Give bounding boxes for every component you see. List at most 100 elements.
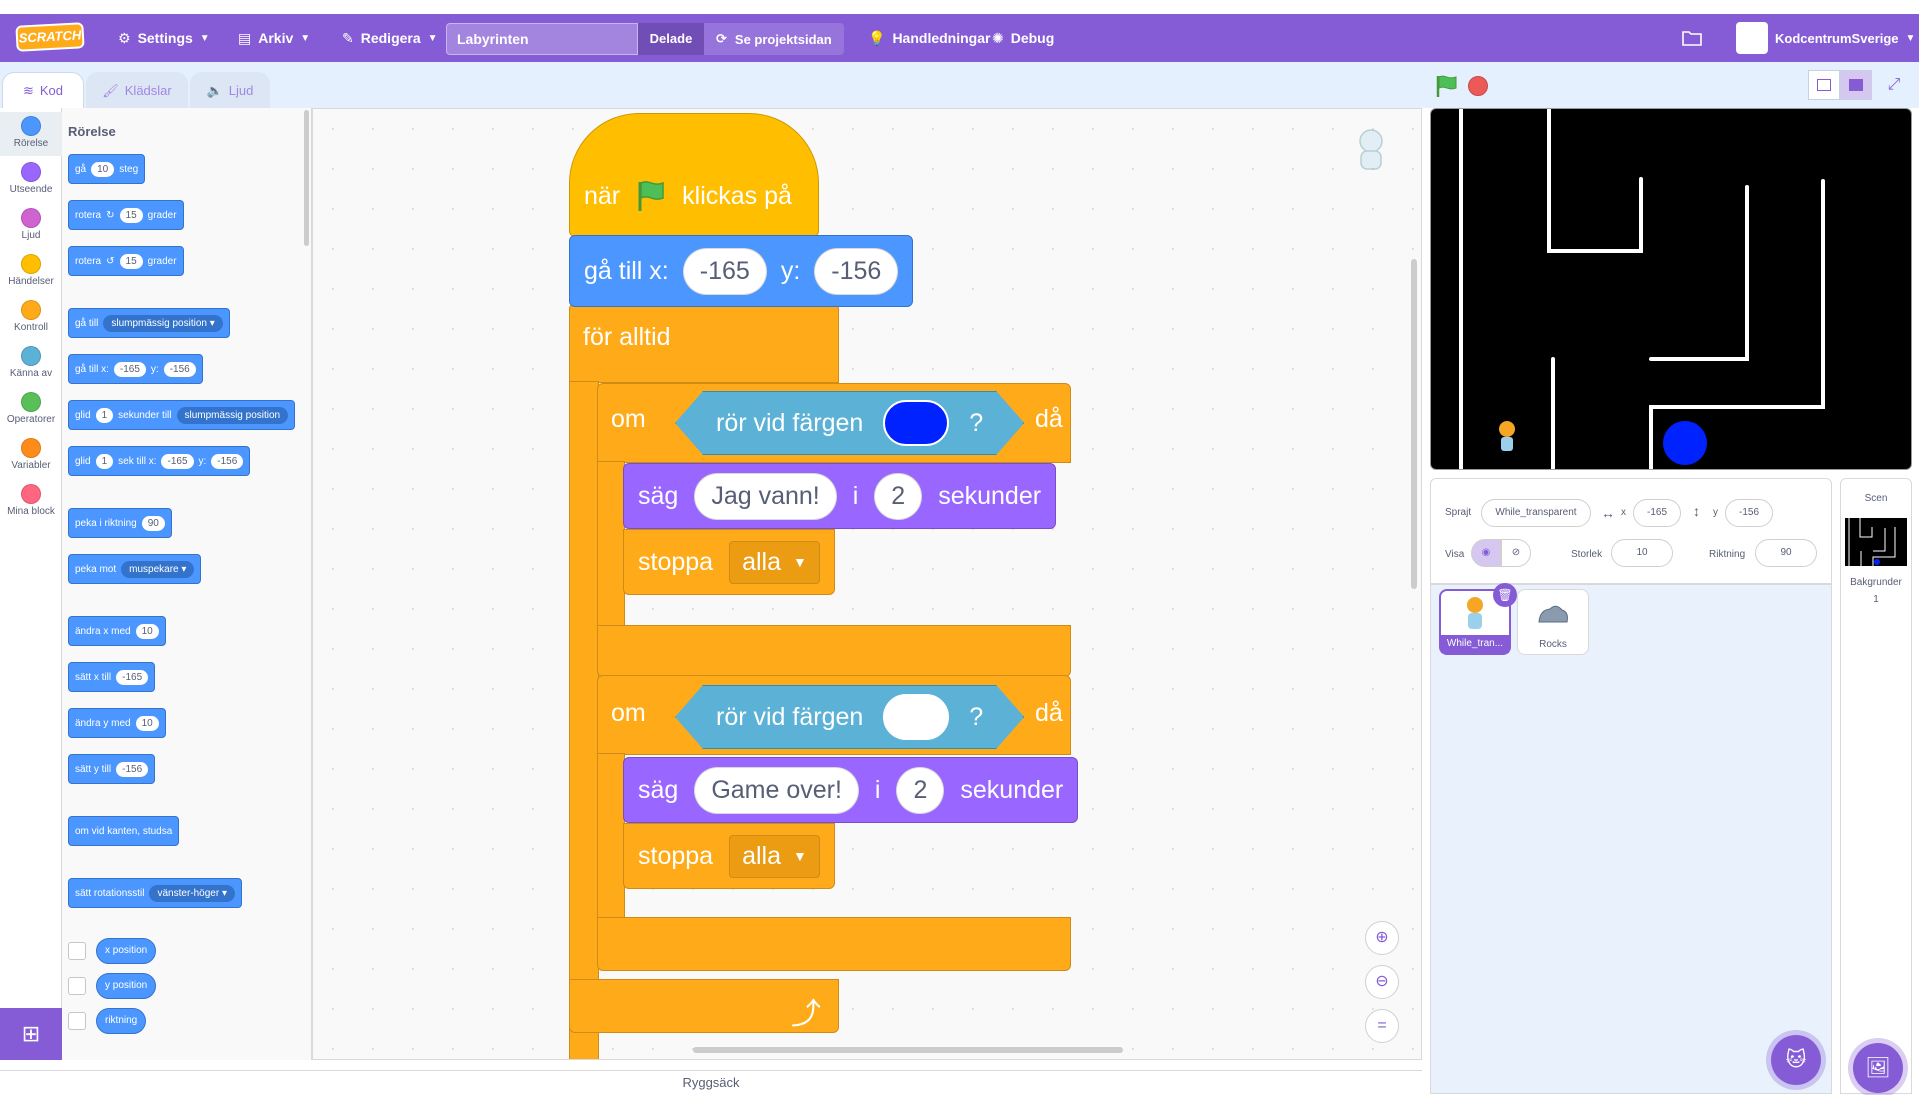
zoom-reset-button[interactable]: = xyxy=(1365,1009,1399,1043)
say-message-input[interactable]: Jag vann! xyxy=(694,472,837,520)
palette-scrollbar[interactable] xyxy=(304,110,309,246)
green-flag-button[interactable] xyxy=(1434,74,1460,98)
block-move-steps[interactable]: gå 10 steg xyxy=(68,154,146,184)
zoom-in-button[interactable]: ⊕ xyxy=(1365,921,1399,955)
block-dropdown[interactable]: slumpmässig position ▾ xyxy=(103,314,223,332)
stop-button[interactable] xyxy=(1468,76,1488,96)
say-seconds-input[interactable]: 2 xyxy=(874,472,923,520)
block-input[interactable]: 10 xyxy=(135,715,159,731)
show-visible-button[interactable]: ◉ xyxy=(1471,539,1501,567)
edit-menu[interactable]: ✎ Redigera ▼ xyxy=(342,14,438,62)
account-menu[interactable]: KodcentrumSverige ▼ xyxy=(1736,14,1915,62)
block-input[interactable]: -165 xyxy=(116,669,149,685)
block-input[interactable]: -156 xyxy=(211,453,244,469)
small-stage-button[interactable] xyxy=(1808,70,1840,100)
file-menu[interactable]: ▤ Arkiv ▼ xyxy=(238,14,310,62)
sprite-name-input[interactable]: While_transparent xyxy=(1481,499,1591,527)
block-point-towards[interactable]: peka mot muspekare ▾ xyxy=(68,554,202,584)
reporter-y-position[interactable]: y position xyxy=(96,973,157,999)
workspace-vertical-scrollbar[interactable] xyxy=(1411,259,1417,589)
sprite-size-input[interactable]: 10 xyxy=(1611,539,1673,567)
category-motion[interactable]: Rörelse xyxy=(0,112,62,156)
block-dropdown[interactable]: muspekare ▾ xyxy=(121,560,195,578)
tab-code[interactable]: ≋ Kod xyxy=(2,72,84,108)
direction-checkbox[interactable] xyxy=(68,1012,86,1030)
sprite-y-input[interactable]: -156 xyxy=(1725,499,1773,527)
category-sound[interactable]: Ljud xyxy=(0,204,62,248)
x-position-checkbox[interactable] xyxy=(68,942,86,960)
backpack-bar[interactable]: Ryggsäck xyxy=(0,1070,1422,1094)
block-input[interactable]: 10 xyxy=(135,623,159,639)
block-turn-left[interactable]: rotera ↺ 15 grader xyxy=(68,246,184,276)
block-input[interactable]: 10 xyxy=(91,161,115,177)
tab-costumes[interactable]: 🖌 Klädslar xyxy=(86,72,188,108)
show-hidden-button[interactable]: ⊘ xyxy=(1501,539,1531,567)
stage-canvas[interactable] xyxy=(1430,108,1912,470)
block-input[interactable]: 15 xyxy=(119,207,143,223)
add-extension-button[interactable]: ⊞ xyxy=(0,1008,62,1060)
sprite-direction-input[interactable]: 90 xyxy=(1755,539,1817,567)
block-bounce[interactable]: om vid kanten, studsa xyxy=(68,816,180,846)
block-rotation-style[interactable]: sätt rotationsstil vänster-höger ▾ xyxy=(68,878,242,908)
block-input[interactable]: 90 xyxy=(141,515,165,531)
when-flag-clicked-block[interactable]: när klickas på xyxy=(569,113,819,237)
block-input[interactable]: -156 xyxy=(163,361,196,377)
block-glide-to[interactable]: glid 1 sekunder till slumpmässig position xyxy=(68,400,296,430)
scratch-logo[interactable]: SCRATCH xyxy=(15,22,85,52)
block-turn-right[interactable]: rotera ↻ 15 grader xyxy=(68,200,184,230)
say-seconds-input[interactable]: 2 xyxy=(896,766,945,814)
block-dropdown[interactable]: slumpmässig position xyxy=(176,406,289,424)
goto-y-input[interactable]: -156 xyxy=(814,247,899,295)
my-stuff-button[interactable] xyxy=(1682,14,1702,62)
block-change-y[interactable]: ändra y med 10 xyxy=(68,708,166,738)
block-point-direction[interactable]: peka i riktning 90 xyxy=(68,508,172,538)
settings-menu[interactable]: ⚙ Settings ▼ xyxy=(118,14,210,62)
goto-x-input[interactable]: -165 xyxy=(682,247,767,295)
say-message-input[interactable]: Game over! xyxy=(694,766,859,814)
block-goto-xy[interactable]: gå till x: -165 y: -156 xyxy=(68,354,203,384)
choose-backdrop-button[interactable]: 🖼 xyxy=(1853,1043,1903,1093)
reporter-x-position[interactable]: x position xyxy=(96,938,157,964)
tab-sounds[interactable]: 🔈 Ljud xyxy=(190,72,270,108)
y-position-checkbox[interactable] xyxy=(68,977,86,995)
color-picker-blue[interactable] xyxy=(883,400,949,446)
block-glide-xy[interactable]: glid 1 sek till x: -165 y: -156 xyxy=(68,446,251,476)
shared-button[interactable]: Delade xyxy=(638,23,704,55)
category-looks[interactable]: Utseende xyxy=(0,158,62,202)
block-set-y[interactable]: sätt y till -156 xyxy=(68,754,156,784)
say-block-2[interactable]: säg Game over! i 2 sekunder xyxy=(623,757,1079,823)
block-input[interactable]: -165 xyxy=(161,453,194,469)
block-dropdown[interactable]: vänster-höger ▾ xyxy=(149,884,235,902)
goto-xy-block[interactable]: gå till x: -165 y: -156 xyxy=(569,235,914,307)
block-input[interactable]: -156 xyxy=(116,761,149,777)
stop-block-1[interactable]: stoppa alla ▼ xyxy=(623,529,835,595)
block-input[interactable]: 15 xyxy=(119,253,143,269)
block-input[interactable]: 1 xyxy=(95,453,114,469)
block-input[interactable]: 1 xyxy=(95,407,114,423)
workspace-horizontal-scrollbar[interactable] xyxy=(693,1047,1123,1053)
sprite-x-input[interactable]: -165 xyxy=(1633,499,1681,527)
block-set-x[interactable]: sätt x till -165 xyxy=(68,662,156,692)
category-my-blocks[interactable]: Mina block xyxy=(0,480,62,524)
fullscreen-button[interactable]: ⤢ xyxy=(1878,70,1910,100)
sprite-tile-rocks[interactable]: Rocks xyxy=(1517,589,1589,655)
stop-block-2[interactable]: stoppa alla ▼ xyxy=(623,823,835,889)
category-control[interactable]: Kontroll xyxy=(0,296,62,340)
choose-sprite-button[interactable]: 🐱 xyxy=(1771,1035,1821,1085)
script-area[interactable]: för alltid ⤴ om rör vid färgen ? då säg … xyxy=(312,108,1422,1060)
debug-button[interactable]: ✺ Debug xyxy=(992,14,1054,62)
stage-selector[interactable]: Scen Bakgrunder 1 🖼 xyxy=(1840,478,1912,1094)
normal-stage-button[interactable] xyxy=(1840,70,1872,100)
block-input[interactable]: -165 xyxy=(113,361,146,377)
block-goto[interactable]: gå till slumpmässig position ▾ xyxy=(68,308,230,338)
say-block-1[interactable]: säg Jag vann! i 2 sekunder xyxy=(623,463,1057,529)
reporter-direction[interactable]: riktning xyxy=(96,1008,147,1034)
block-change-x[interactable]: ändra x med 10 xyxy=(68,616,166,646)
zoom-out-button[interactable]: ⊖ xyxy=(1365,965,1399,999)
category-sensing[interactable]: Känna av xyxy=(0,342,62,386)
category-variables[interactable]: Variabler xyxy=(0,434,62,478)
see-project-page-button[interactable]: ⟳ Se projektsidan xyxy=(704,23,844,55)
sprite-tile-while-transparent[interactable]: While_tran... 🗑 xyxy=(1439,583,1517,655)
touching-color-block-1[interactable]: rör vid färgen ? xyxy=(675,391,1024,455)
stop-dropdown[interactable]: alla ▼ xyxy=(729,540,820,584)
